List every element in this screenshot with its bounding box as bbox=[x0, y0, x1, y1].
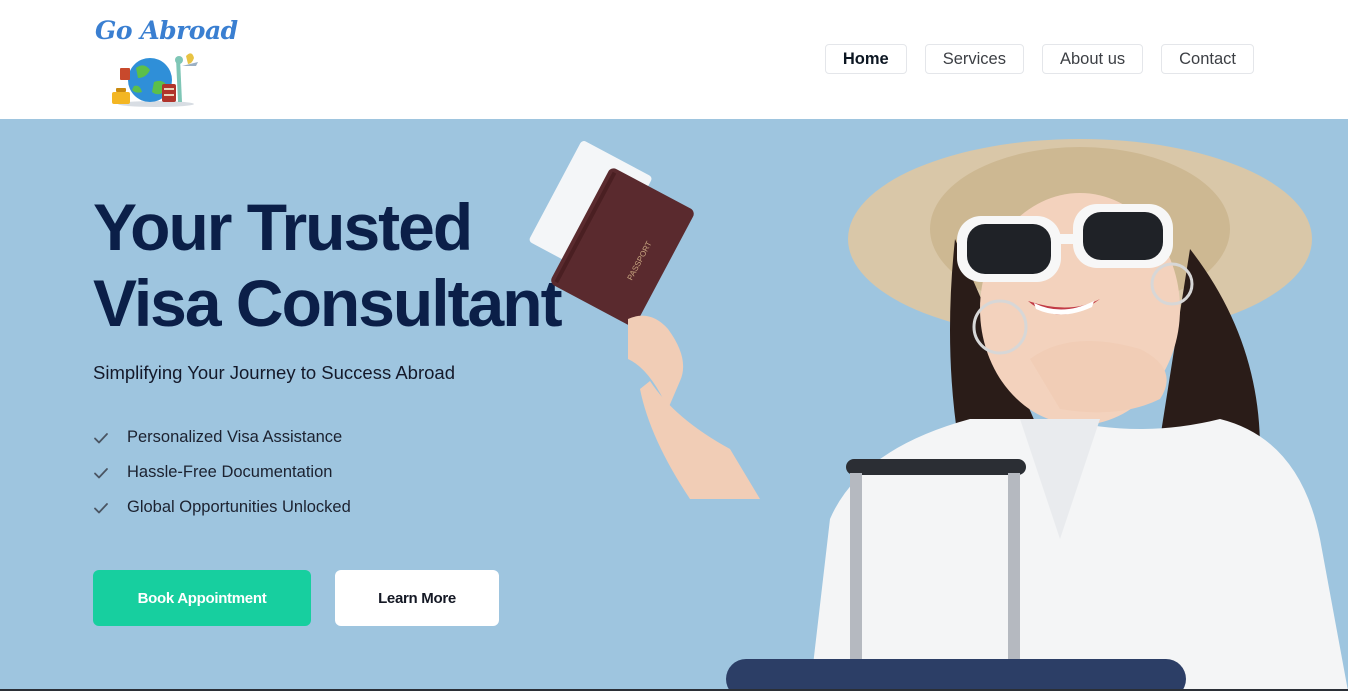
check-icon bbox=[94, 467, 108, 478]
logo-text: Go Abroad bbox=[95, 16, 238, 45]
feature-label: Hassle-Free Documentation bbox=[127, 463, 333, 481]
check-icon bbox=[94, 502, 108, 513]
nav-about-us-button[interactable]: About us bbox=[1041, 44, 1144, 74]
hero-section: Your Trusted Visa Consultant Simplifying… bbox=[0, 119, 1348, 691]
feature-item: Global Opportunities Unlocked bbox=[93, 490, 351, 525]
book-appointment-button[interactable]: Book Appointment bbox=[93, 570, 311, 626]
main-nav: Home Services About us Contact bbox=[824, 44, 1254, 74]
headline-line-2: Visa Consultant bbox=[93, 266, 563, 340]
feature-label: Global Opportunities Unlocked bbox=[127, 498, 351, 516]
passport-image: PASSPORT bbox=[529, 141, 694, 326]
check-icon bbox=[94, 432, 108, 443]
hero-subtitle: Simplifying Your Journey to Success Abro… bbox=[93, 362, 455, 383]
feature-item: Hassle-Free Documentation bbox=[93, 455, 351, 490]
feature-item: Personalized Visa Assistance bbox=[93, 420, 351, 455]
nav-contact-button[interactable]: Contact bbox=[1161, 44, 1254, 74]
feature-label: Personalized Visa Assistance bbox=[127, 428, 343, 446]
feature-list: Personalized Visa Assistance Hassle-Free… bbox=[93, 420, 351, 525]
hero-headline: Your Trusted Visa Consultant bbox=[93, 189, 563, 341]
go-abroad-logo[interactable]: Go Abroad bbox=[92, 14, 238, 108]
traveler-woman-image: PASSPORT bbox=[529, 139, 1348, 691]
learn-more-button[interactable]: Learn More bbox=[335, 570, 499, 626]
globe-travel-icon bbox=[112, 53, 198, 107]
nav-home-button[interactable]: Home bbox=[824, 44, 907, 74]
headline-line-1: Your Trusted bbox=[93, 190, 473, 264]
nav-services-button[interactable]: Services bbox=[924, 44, 1024, 74]
site-header: Go Abroad Home Services About us Contact bbox=[0, 0, 1348, 119]
